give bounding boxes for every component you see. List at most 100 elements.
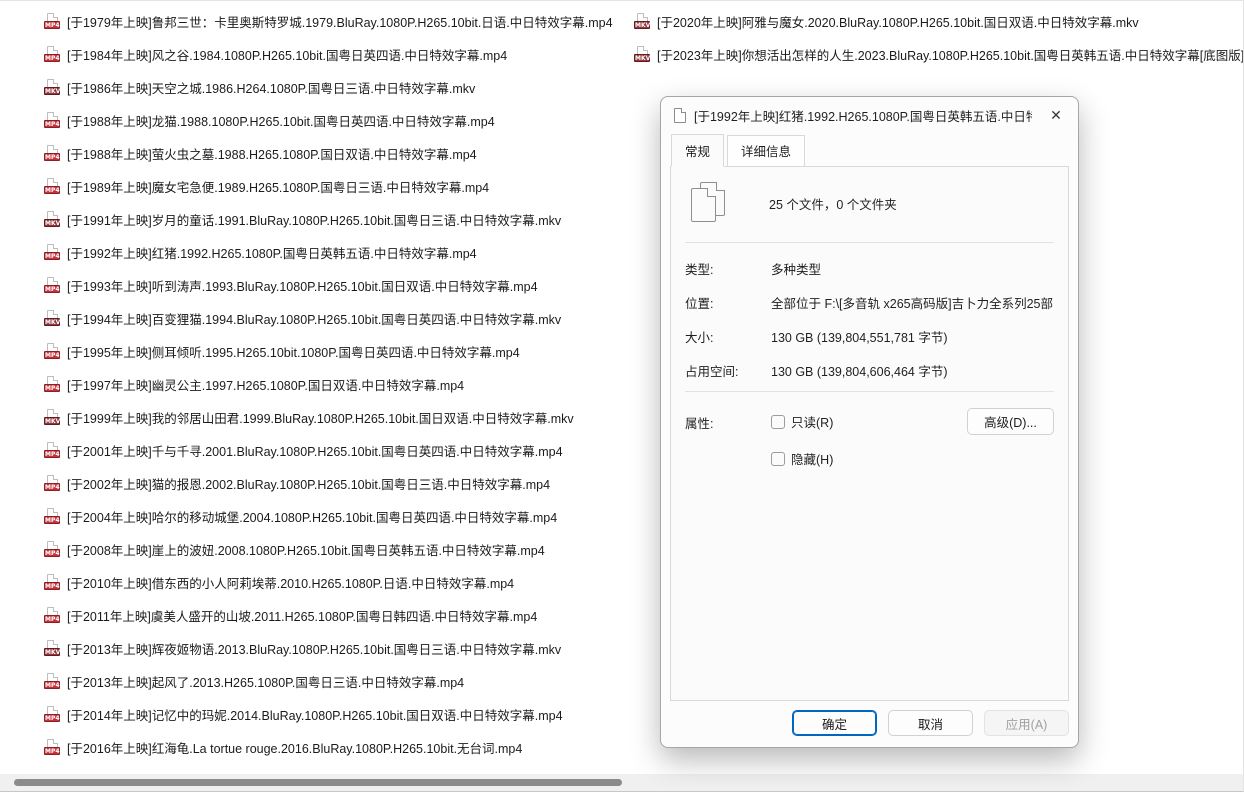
file-list-right-column: MKV [于2020年上映]阿雅与魔女.2020.BluRay.1080P.H2… (634, 5, 1243, 71)
apply-button[interactable]: 应用(A) (984, 710, 1069, 736)
file-type-badge: MP4 (44, 747, 60, 755)
file-type-badge: MP4 (44, 615, 60, 623)
file-type-badge: MKV (44, 318, 60, 326)
file-type-badge: MP4 (44, 582, 60, 590)
file-row[interactable]: MP4 [于1988年上映]龙猫.1988.1080P.H265.10bit.国… (44, 104, 648, 137)
file-row[interactable]: MP4 [于2016年上映]红海龟.La tortue rouge.2016.B… (44, 731, 648, 764)
file-name: [于1989年上映]魔女宅急便.1989.H265.1080P.国粤日三语.中日… (67, 177, 489, 196)
file-row[interactable]: MP4 [于1995年上映]侧耳倾听.1995.H265.10bit.1080P… (44, 335, 648, 368)
file-name: [于2001年上映]千与千寻.2001.BluRay.1080P.H265.10… (67, 441, 563, 460)
field-value: 全部位于 F:\[多音轨 x265高码版]吉卜力全系列25部 特 (771, 293, 1054, 312)
file-name: [于2014年上映]记忆中的玛妮.2014.BluRay.1080P.H265.… (67, 705, 563, 724)
file-row[interactable]: MP4 [于2002年上映]猫的报恩.2002.BluRay.1080P.H26… (44, 467, 648, 500)
file-type-badge: MP4 (44, 285, 60, 293)
file-name: [于2016年上映]红海龟.La tortue rouge.2016.BluRa… (67, 738, 522, 757)
separator (685, 242, 1054, 243)
video-file-icon: MP4 (44, 739, 61, 756)
document-icon (674, 108, 686, 123)
file-type-badge: MKV (44, 87, 60, 95)
video-file-icon: MP4 (44, 508, 61, 525)
field-label: 位置: (685, 293, 771, 312)
video-file-icon: MKV (44, 79, 61, 96)
video-file-icon: MP4 (44, 442, 61, 459)
file-type-badge: MP4 (44, 483, 60, 491)
file-name: [于1984年上映]风之谷.1984.1080P.H265.10bit.国粤日英… (67, 45, 507, 64)
file-row[interactable]: MP4 [于2011年上映]虞美人盛开的山坡.2011.H265.1080P.国… (44, 599, 648, 632)
horizontal-scrollbar[interactable] (0, 774, 1243, 791)
file-row[interactable]: MP4 [于2010年上映]借东西的小人阿莉埃蒂.2010.H265.1080P… (44, 566, 648, 599)
horizontal-scrollbar-thumb[interactable] (14, 779, 622, 786)
file-name: [于2008年上映]崖上的波妞.2008.1080P.H265.10bit.国粤… (67, 540, 545, 559)
file-name: [于1988年上映]龙猫.1988.1080P.H265.10bit.国粤日英四… (67, 111, 495, 130)
file-name: [于2023年上映]你想活出怎样的人生.2023.BluRay.1080P.H2… (657, 45, 1243, 64)
video-file-icon: MKV (44, 409, 61, 426)
file-row[interactable]: MP4 [于2001年上映]千与千寻.2001.BluRay.1080P.H26… (44, 434, 648, 467)
file-row[interactable]: MP4 [于2013年上映]起风了.2013.H265.1080P.国粤日三语.… (44, 665, 648, 698)
video-file-icon: MKV (44, 640, 61, 657)
video-file-icon: MP4 (44, 244, 61, 261)
file-name: [于2013年上映]辉夜姬物语.2013.BluRay.1080P.H265.1… (67, 639, 561, 658)
separator (685, 391, 1054, 392)
attributes-row: 属性: 只读(R) 高级(D)... (685, 408, 1054, 435)
file-list-left-column: MP4 [于1979年上映]鲁邦三世：卡里奥斯特罗城.1979.BluRay.1… (44, 5, 648, 764)
file-row[interactable]: MP4 [于1979年上映]鲁邦三世：卡里奥斯特罗城.1979.BluRay.1… (44, 5, 648, 38)
readonly-checkbox[interactable] (771, 415, 785, 429)
video-file-icon: MP4 (44, 13, 61, 30)
file-row[interactable]: MP4 [于1997年上映]幽灵公主.1997.H265.1080P.国日双语.… (44, 368, 648, 401)
video-file-icon: MKV (44, 211, 61, 228)
video-file-icon: MP4 (44, 706, 61, 723)
general-tab-page: 25 个文件，0 个文件夹 类型: 多种类型 位置: 全部位于 F:\[多音轨 … (670, 166, 1069, 701)
file-name: [于2010年上映]借东西的小人阿莉埃蒂.2010.H265.1080P.日语.… (67, 573, 514, 592)
field-value: 130 GB (139,804,551,781 字节) (771, 327, 1054, 346)
hidden-checkbox[interactable] (771, 452, 785, 466)
file-type-badge: MP4 (44, 351, 60, 359)
file-row[interactable]: MP4 [于1989年上映]魔女宅急便.1989.H265.1080P.国粤日三… (44, 170, 648, 203)
file-name: [于2013年上映]起风了.2013.H265.1080P.国粤日三语.中日特效… (67, 672, 464, 691)
file-row[interactable]: MP4 [于1992年上映]红猪.1992.H265.1080P.国粤日英韩五语… (44, 236, 648, 269)
file-type-badge: MP4 (44, 384, 60, 392)
file-name: [于1988年上映]萤火虫之墓.1988.H265.1080P.国日双语.中日特… (67, 144, 477, 163)
file-row[interactable]: MP4 [于1993年上映]听到涛声.1993.BluRay.1080P.H26… (44, 269, 648, 302)
file-type-badge: MKV (634, 54, 650, 62)
video-file-icon: MP4 (44, 277, 61, 294)
field-row-size-on-disk: 占用空间: 130 GB (139,804,606,464 字节) (685, 362, 1054, 379)
readonly-label: 只读(R) (791, 412, 833, 431)
file-row[interactable]: MKV [于1986年上映]天空之城.1986.H264.1080P.国粤日三语… (44, 71, 648, 104)
file-name: [于1986年上映]天空之城.1986.H264.1080P.国粤日三语.中日特… (67, 78, 475, 97)
tab-general[interactable]: 常规 (671, 134, 724, 167)
file-row[interactable]: MKV [于1991年上映]岁月的童话.1991.BluRay.1080P.H2… (44, 203, 648, 236)
file-name: [于1995年上映]侧耳倾听.1995.H265.10bit.1080P.国粤日… (67, 342, 520, 361)
file-row[interactable]: MKV [于1994年上映]百变狸猫.1994.BluRay.1080P.H26… (44, 302, 648, 335)
file-row[interactable]: MP4 [于2014年上映]记忆中的玛妮.2014.BluRay.1080P.H… (44, 698, 648, 731)
file-name: [于1992年上映]红猪.1992.H265.1080P.国粤日英韩五语.中日特… (67, 243, 477, 262)
file-type-badge: MP4 (44, 450, 60, 458)
file-type-badge: MKV (634, 21, 650, 29)
file-row[interactable]: MKV [于1999年上映]我的邻居山田君.1999.BluRay.1080P.… (44, 401, 648, 434)
attributes-label: 属性: (685, 408, 771, 432)
file-row[interactable]: MKV [于2020年上映]阿雅与魔女.2020.BluRay.1080P.H2… (634, 5, 1243, 38)
file-row[interactable]: MKV [于2013年上映]辉夜姬物语.2013.BluRay.1080P.H2… (44, 632, 648, 665)
ok-button[interactable]: 确定 (792, 710, 877, 736)
field-label: 占用空间: (685, 361, 771, 380)
video-file-icon: MKV (44, 310, 61, 327)
close-icon[interactable]: ✕ (1040, 103, 1072, 129)
tab-details[interactable]: 详细信息 (727, 135, 805, 167)
field-label: 类型: (685, 259, 771, 278)
file-row[interactable]: MP4 [于2004年上映]哈尔的移动城堡.2004.1080P.H265.10… (44, 500, 648, 533)
file-row[interactable]: MP4 [于1984年上映]风之谷.1984.1080P.H265.10bit.… (44, 38, 648, 71)
selection-summary-text: 25 个文件，0 个文件夹 (769, 194, 897, 213)
readonly-option: 只读(R) (771, 412, 833, 431)
file-name: [于2011年上映]虞美人盛开的山坡.2011.H265.1080P.国粤日韩四… (67, 606, 537, 625)
file-type-badge: MP4 (44, 252, 60, 260)
file-name: [于2020年上映]阿雅与魔女.2020.BluRay.1080P.H265.1… (657, 12, 1139, 31)
video-file-icon: MKV (634, 13, 651, 30)
file-row[interactable]: MP4 [于2008年上映]崖上的波妞.2008.1080P.H265.10bi… (44, 533, 648, 566)
advanced-button[interactable]: 高级(D)... (967, 408, 1054, 435)
file-type-badge: MP4 (44, 714, 60, 722)
file-row[interactable]: MP4 [于1988年上映]萤火虫之墓.1988.H265.1080P.国日双语… (44, 137, 648, 170)
explorer-file-pane: MP4 [于1979年上映]鲁邦三世：卡里奥斯特罗城.1979.BluRay.1… (0, 0, 1244, 792)
cancel-button[interactable]: 取消 (888, 710, 973, 736)
file-row[interactable]: MKV [于2023年上映]你想活出怎样的人生.2023.BluRay.1080… (634, 38, 1243, 71)
file-type-badge: MP4 (44, 681, 60, 689)
field-label: 大小: (685, 327, 771, 346)
